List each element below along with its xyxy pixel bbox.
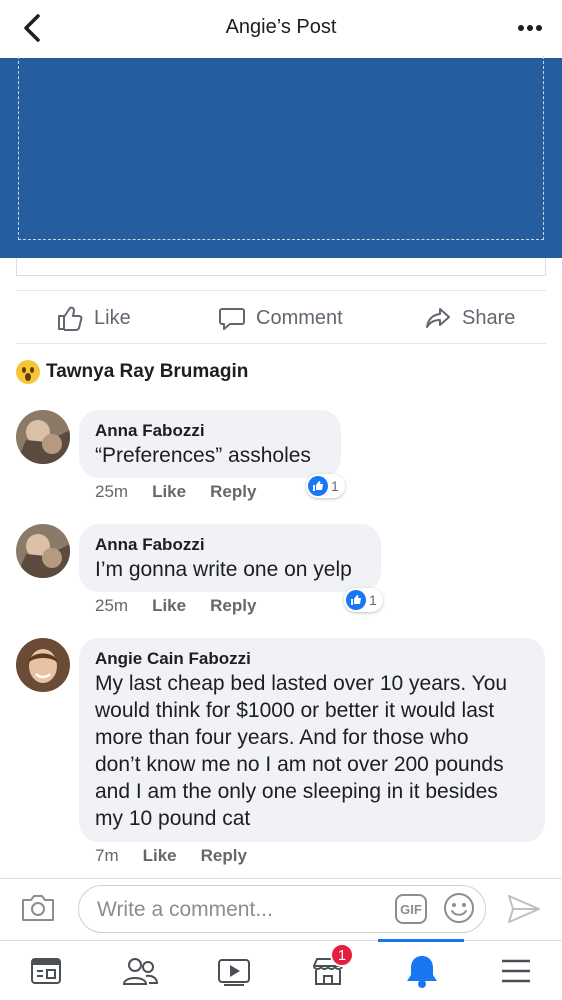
top-bar: Angie’s Post bbox=[0, 0, 562, 58]
bottom-nav: 1 bbox=[0, 939, 562, 1000]
avatar[interactable] bbox=[16, 524, 70, 578]
gif-button[interactable]: GIF bbox=[395, 894, 427, 924]
thumbs-up-icon bbox=[58, 306, 83, 331]
comment-input[interactable]: Write a comment... GIF bbox=[78, 885, 486, 933]
comment-author[interactable]: Anna Fabozzi bbox=[95, 534, 365, 556]
like-reaction-icon bbox=[346, 590, 366, 610]
comment-text-line: would think for $1000 or better it would… bbox=[95, 699, 495, 722]
tab-menu[interactable] bbox=[486, 949, 546, 993]
like-label: Like bbox=[94, 306, 131, 329]
news-feed-icon bbox=[31, 958, 61, 984]
comment-text-line: don’t know me no I am not over 200 pound… bbox=[95, 753, 504, 776]
notification-badge: 1 bbox=[330, 943, 354, 967]
comment-like-link[interactable]: Like bbox=[143, 846, 177, 866]
comment-bubble[interactable]: Anna Fabozzi I’m gonna write one on yelp bbox=[79, 524, 381, 592]
share-label: Share bbox=[462, 306, 516, 329]
avatar[interactable] bbox=[16, 410, 70, 464]
comment-text-line: and I am the only one sleeping in it bes… bbox=[95, 780, 498, 803]
comment-bubble[interactable]: Angie Cain Fabozzi My last cheap bed las… bbox=[79, 638, 545, 842]
comment-text: I’m gonna write one on yelp bbox=[95, 558, 352, 581]
tab-watch[interactable] bbox=[204, 949, 264, 993]
share-arrow-icon bbox=[426, 308, 450, 328]
avatar[interactable] bbox=[16, 638, 70, 692]
tab-friends[interactable] bbox=[110, 949, 170, 993]
comment-time: 25m bbox=[95, 482, 129, 501]
reaction-summary[interactable]: Tawnya Ray Brumagin bbox=[16, 358, 248, 386]
reactor-name: Tawnya Ray Brumagin bbox=[46, 361, 249, 382]
hamburger-menu-icon bbox=[502, 959, 530, 983]
bell-icon bbox=[407, 956, 437, 988]
tab-notifications[interactable] bbox=[392, 949, 452, 993]
post-action-bar: Like Comment Share bbox=[16, 290, 546, 344]
more-options-icon[interactable] bbox=[518, 24, 542, 32]
comment-button[interactable]: Comment bbox=[218, 303, 343, 333]
comment-meta: 25m Like Reply bbox=[95, 596, 280, 616]
comment-reply-link[interactable]: Reply bbox=[210, 596, 256, 616]
friends-icon bbox=[122, 958, 158, 985]
camera-icon[interactable] bbox=[20, 891, 56, 923]
comment-bubble[interactable]: Anna Fabozzi “Preferences” assholes bbox=[79, 410, 341, 478]
comment-time: 25m bbox=[95, 596, 129, 615]
comment-like-link[interactable]: Like bbox=[152, 482, 186, 502]
comment-text-line: My last cheap bed lasted over 10 years. … bbox=[95, 672, 508, 695]
watch-video-icon bbox=[218, 959, 250, 986]
reaction-count: 1 bbox=[331, 478, 339, 494]
reaction-count-badge[interactable]: 1 bbox=[344, 588, 383, 612]
send-icon[interactable] bbox=[506, 893, 542, 925]
like-reaction-icon bbox=[308, 476, 328, 496]
comment-reply-link[interactable]: Reply bbox=[210, 482, 256, 502]
active-tab-indicator bbox=[378, 939, 464, 942]
comment-text-line: more than four years. And for those who bbox=[95, 726, 469, 749]
comment-time: 7m bbox=[95, 846, 119, 865]
like-button[interactable]: Like bbox=[56, 303, 131, 333]
comment-bubble-icon bbox=[219, 308, 245, 330]
comment-composer: Write a comment... GIF bbox=[0, 878, 562, 940]
emoji-icon[interactable] bbox=[443, 892, 475, 924]
reaction-count-badge[interactable]: 1 bbox=[306, 474, 345, 498]
comment-meta: 25m Like Reply bbox=[95, 482, 280, 502]
comment-reply-link[interactable]: Reply bbox=[201, 846, 247, 866]
comment-author[interactable]: Anna Fabozzi bbox=[95, 420, 325, 442]
tab-marketplace[interactable]: 1 bbox=[298, 943, 358, 993]
banner-dashed-frame bbox=[18, 56, 544, 240]
comment-placeholder: Write a comment... bbox=[97, 898, 273, 921]
comment-text: “Preferences” assholes bbox=[95, 444, 311, 467]
post-preview-frame bbox=[16, 258, 546, 276]
comment-meta: 7m Like Reply bbox=[95, 846, 271, 866]
comment-text-line: my 10 pound cat bbox=[95, 807, 251, 830]
share-button[interactable]: Share bbox=[424, 303, 515, 333]
page-title: Angie’s Post bbox=[225, 16, 337, 38]
comment-like-link[interactable]: Like bbox=[152, 596, 186, 616]
wow-reaction-icon bbox=[16, 360, 40, 384]
reaction-count: 1 bbox=[369, 592, 377, 608]
comment-label: Comment bbox=[256, 306, 343, 329]
tab-news-feed[interactable] bbox=[16, 949, 76, 993]
post-image[interactable] bbox=[0, 56, 562, 258]
comment-author[interactable]: Angie Cain Fabozzi bbox=[95, 648, 529, 670]
